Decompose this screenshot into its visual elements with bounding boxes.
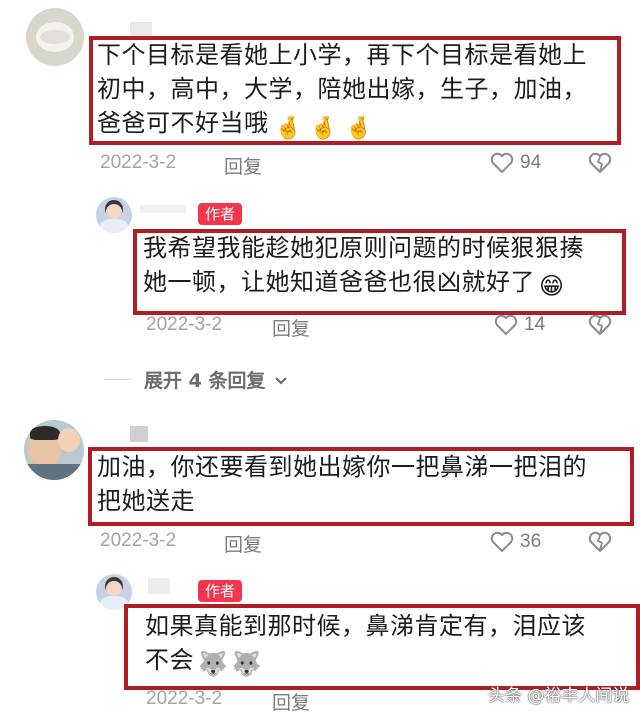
avatar[interactable] (24, 420, 84, 480)
comment-date: 2022-3-2 (100, 152, 177, 173)
like-count: 36 (520, 531, 542, 552)
comment-date: 2022-3-2 (100, 530, 177, 551)
username-blurred (140, 205, 186, 213)
username-blurred (130, 22, 152, 36)
username-blurred (130, 426, 148, 442)
dislike-heart-icon[interactable] (588, 152, 612, 174)
heart-icon[interactable] (490, 531, 514, 553)
watermark: 头条 @裕丰人间说 (488, 686, 630, 706)
avatar[interactable] (26, 8, 84, 66)
username-blurred (148, 578, 170, 594)
fingers-crossed-emoji: 🤞🤞🤞 (274, 116, 381, 141)
reply-button[interactable]: 回复 (224, 152, 262, 179)
like-count: 14 (524, 314, 546, 335)
comment-date: 2022-3-2 (146, 314, 223, 335)
reply-button[interactable]: 回复 (224, 530, 262, 557)
reply-button[interactable]: 回复 (272, 314, 310, 341)
author-avatar[interactable] (96, 197, 132, 233)
grinning-emoji: 😁 (539, 272, 565, 300)
reply-button[interactable]: 回复 (272, 688, 310, 715)
expand-divider (104, 379, 132, 380)
author-tag: 作者 (198, 203, 243, 225)
author-tag: 作者 (198, 580, 243, 602)
comment-text: 如果真能到那时候，鼻涕肯定有，泪应该 不会 🐺🐺 (145, 609, 625, 681)
comment-text: 加油，你还要看到她出嫁你一把鼻涕一把泪的 把她送走 (97, 453, 587, 515)
comment-text: 我希望我能趁她犯原则问题的时候狠狠揍 她一顿，让她知道爸爸也很凶就好了 😁 (143, 231, 623, 303)
heart-icon[interactable] (490, 152, 514, 174)
comment-date: 2022-3-2 (146, 688, 223, 709)
wolf-emoji: 🐺🐺 (198, 650, 266, 678)
chevron-down-icon (275, 377, 287, 385)
heart-icon[interactable] (494, 314, 518, 336)
like-count: 94 (520, 152, 542, 173)
expand-replies-button[interactable]: 展开 4 条回复 (144, 366, 288, 393)
dislike-heart-icon[interactable] (588, 531, 612, 553)
comment-text: 下个目标是看她上小学，再下个目标是看她上 初中，高中，大学，陪她出嫁，生子，加油… (97, 38, 617, 146)
dislike-heart-icon[interactable] (588, 314, 612, 336)
